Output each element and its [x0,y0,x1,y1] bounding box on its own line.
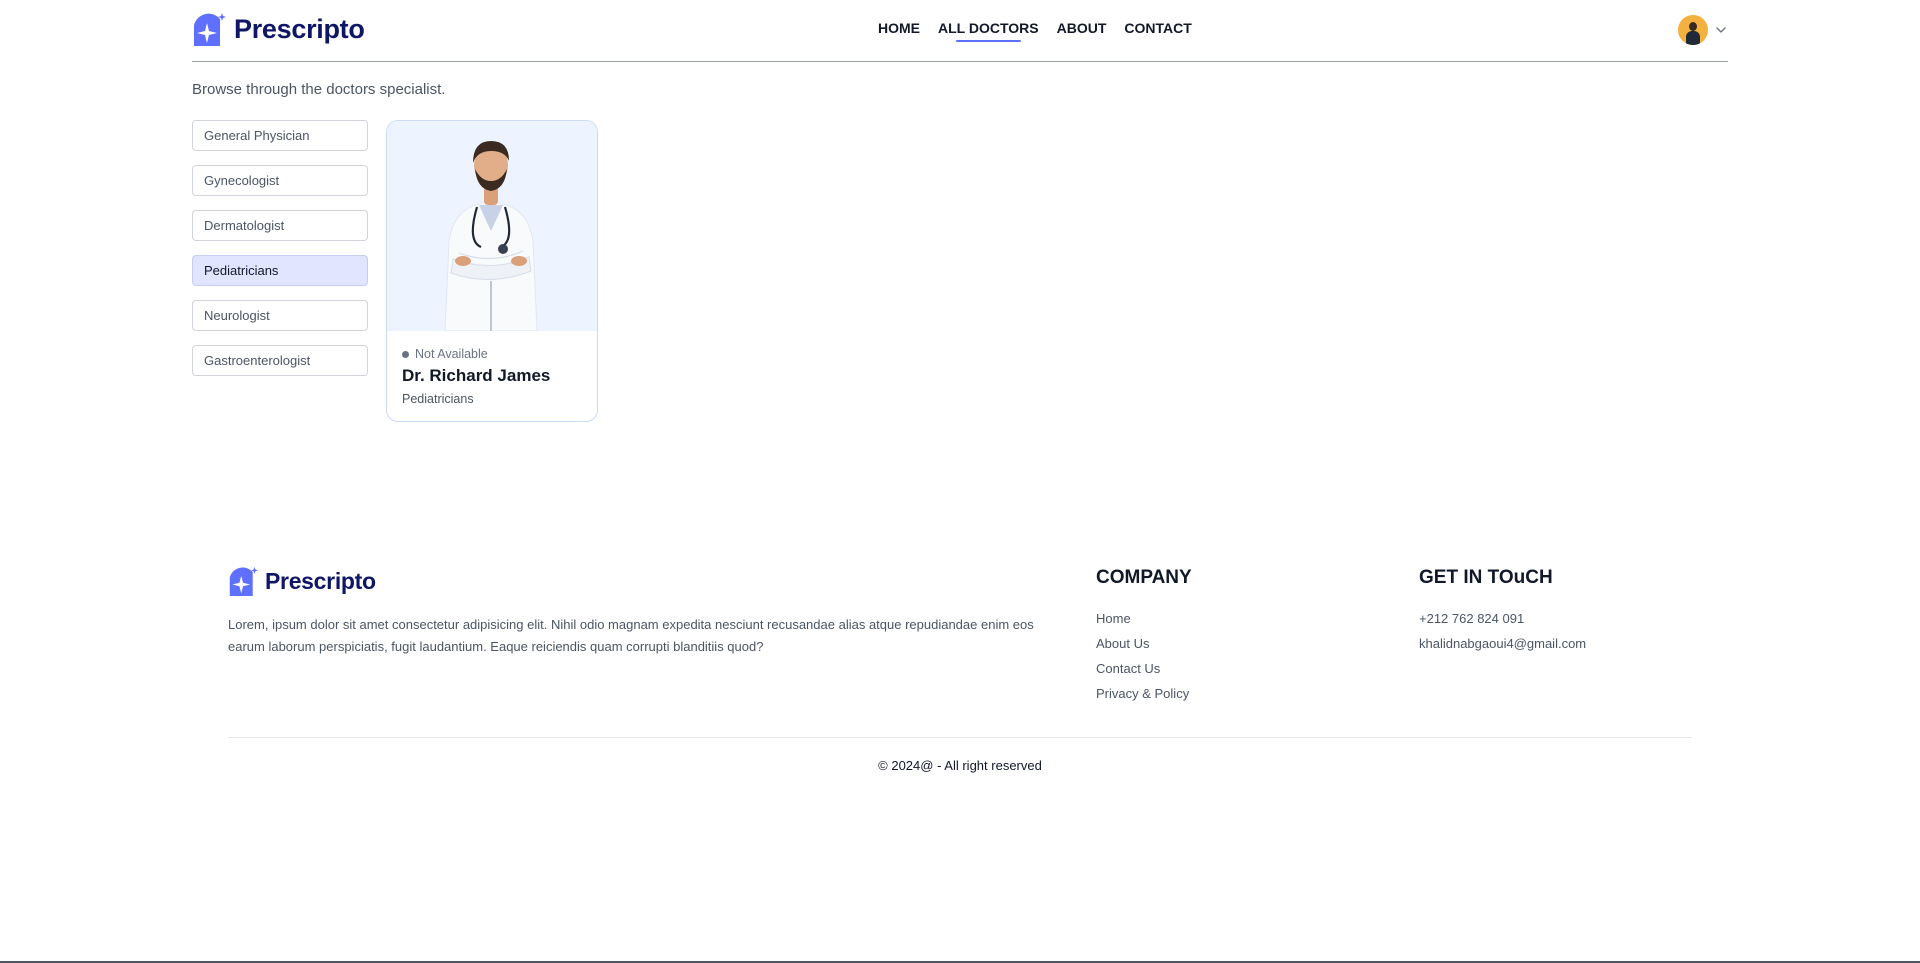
footer-email: khalidnabgaoui4@gmail.com [1419,636,1587,651]
doctor-card[interactable]: Not Available Dr. Richard James Pediatri… [386,120,598,422]
nav-home[interactable]: HOME [878,20,920,42]
copyright-text: © 2024@ - All right reserved [878,758,1042,773]
filter-general-physician[interactable]: General Physician [192,120,368,151]
profile-menu[interactable] [1678,15,1728,45]
footer-company-title: COMPANY [1096,567,1192,588]
top-navbar: Prescripto HOME ALL DOCTORS ABOUT CONTAC… [192,0,1728,62]
filter-neurologist[interactable]: Neurologist [192,300,368,331]
nav-contact[interactable]: CONTACT [1124,20,1191,42]
chevron-down-icon[interactable] [1714,23,1728,37]
footer-phone: +212 762 824 091 [1419,611,1525,626]
footer-logo[interactable]: Prescripto [228,566,376,596]
footer-link-contact-us[interactable]: Contact Us [1096,656,1189,681]
status-text: Not Available [415,347,488,361]
nav-about[interactable]: ABOUT [1057,20,1107,42]
footer-contact-title: GET IN TOuCH [1419,567,1553,588]
brand-name: Prescripto [234,13,365,44]
logo-icon [229,566,258,596]
availability-status: Not Available [402,347,582,361]
filter-gynecologist[interactable]: Gynecologist [192,165,368,196]
main-nav: HOME ALL DOCTORS ABOUT CONTACT [878,20,1210,42]
doctor-speciality: Pediatricians [402,392,474,406]
footer-contact-info: +212 762 824 091 khalidnabgaoui4@gmail.c… [1419,606,1586,656]
speciality-filter-list: General Physician Gynecologist Dermatolo… [192,120,368,390]
brand-logo[interactable]: Prescripto [192,12,365,46]
filter-gastroenterologist[interactable]: Gastroenterologist [192,345,368,376]
page-subtitle: Browse through the doctors specialist. [192,81,446,98]
filter-dermatologist[interactable]: Dermatologist [192,210,368,241]
footer-divider [228,737,1692,738]
filter-pediatricians[interactable]: Pediatricians [192,255,368,286]
footer-brand-name: Prescripto [265,567,376,594]
doctor-illustration-icon [444,141,538,332]
footer-description: Lorem, ipsum dolor sit amet consectetur … [228,617,1034,654]
footer-company-links: Home About Us Contact Us Privacy & Polic… [1096,606,1189,706]
footer-link-home[interactable]: Home [1096,606,1189,631]
doctor-name: Dr. Richard James [402,366,551,385]
nav-all-doctors[interactable]: ALL DOCTORS [938,20,1039,42]
footer-link-privacy-policy[interactable]: Privacy & Policy [1096,681,1189,706]
avatar[interactable] [1678,15,1708,45]
footer-link-about-us[interactable]: About Us [1096,631,1189,656]
logo-icon [194,13,226,46]
status-dot-icon [402,350,409,358]
doctor-photo [387,121,597,332]
